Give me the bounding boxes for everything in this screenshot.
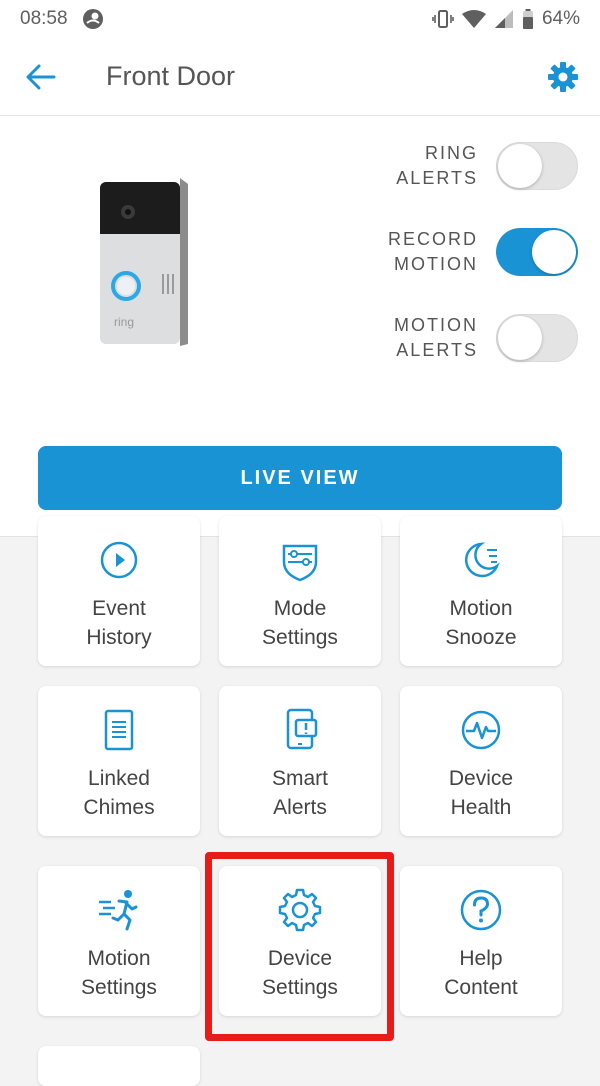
- ring-alerts-label: RING ALERTS: [396, 143, 478, 188]
- running-person-icon: [97, 888, 141, 932]
- toggle-row-motion-alerts: MOTION ALERTS: [278, 310, 578, 366]
- app-bar: Front Door: [0, 38, 600, 116]
- device-card: ring RING ALERTS RECORD MOTION MOTION AL…: [0, 116, 600, 537]
- motion-alerts-toggle[interactable]: [496, 314, 578, 362]
- event-history-tile[interactable]: Event History: [38, 516, 200, 666]
- event-history-label: Event History: [86, 597, 152, 649]
- app-notification-icon: [82, 8, 104, 30]
- gear-icon: [548, 62, 578, 92]
- motion-alerts-label: MOTION ALERTS: [394, 315, 478, 360]
- help-content-tile[interactable]: Help Content: [400, 866, 562, 1016]
- status-right: 64%: [432, 8, 580, 30]
- smart-alerts-label: Smart Alerts: [271, 767, 328, 819]
- mode-settings-label: Mode Settings: [262, 597, 338, 649]
- cell-signal-icon: [494, 9, 514, 29]
- heartbeat-icon: [459, 708, 503, 752]
- wifi-icon: [461, 9, 486, 29]
- battery-level: 64%: [541, 8, 580, 29]
- back-button[interactable]: [24, 62, 58, 92]
- mode-settings-tile[interactable]: Mode Settings: [219, 516, 381, 666]
- status-left: 08:58: [20, 8, 104, 30]
- device-health-label: Device Health: [448, 767, 514, 819]
- page-title: Front Door: [106, 61, 236, 91]
- highlight-annotation-box: [205, 852, 394, 1041]
- event-history-icon: [97, 538, 141, 582]
- status-time: 08:58: [20, 8, 68, 29]
- device-health-tile[interactable]: Device Health: [400, 686, 562, 836]
- partial-tile[interactable]: [38, 1046, 200, 1086]
- moon-icon: [459, 538, 503, 582]
- chime-icon: [97, 708, 141, 752]
- toggle-row-ring-alerts: RING ALERTS: [278, 138, 578, 194]
- motion-settings-label: Motion Settings: [81, 947, 157, 999]
- battery-icon: [522, 9, 534, 29]
- arrow-left-icon: [26, 64, 56, 90]
- motion-snooze-tile[interactable]: Motion Snooze: [400, 516, 562, 666]
- help-icon: [459, 888, 503, 932]
- smart-alert-icon: [278, 708, 322, 752]
- svg-text:ring: ring: [114, 315, 134, 329]
- status-bar: 08:58 64%: [0, 0, 600, 38]
- linked-chimes-label: Linked Chimes: [83, 767, 155, 819]
- record-motion-toggle[interactable]: [496, 228, 578, 276]
- settings-button[interactable]: [544, 58, 582, 96]
- smart-alerts-tile[interactable]: Smart Alerts: [219, 686, 381, 836]
- ring-alerts-toggle[interactable]: [496, 142, 578, 190]
- toggle-row-record-motion: RECORD MOTION: [278, 224, 578, 280]
- doorbell-device-image: ring: [96, 174, 192, 350]
- vibrate-icon: [432, 9, 454, 29]
- record-motion-label: RECORD MOTION: [387, 229, 478, 274]
- mode-settings-icon: [278, 538, 322, 582]
- motion-snooze-label: Motion Snooze: [445, 597, 517, 649]
- help-content-label: Help Content: [444, 947, 518, 999]
- live-view-button[interactable]: LIVE VIEW: [38, 446, 562, 510]
- linked-chimes-tile[interactable]: Linked Chimes: [38, 686, 200, 836]
- motion-settings-tile[interactable]: Motion Settings: [38, 866, 200, 1016]
